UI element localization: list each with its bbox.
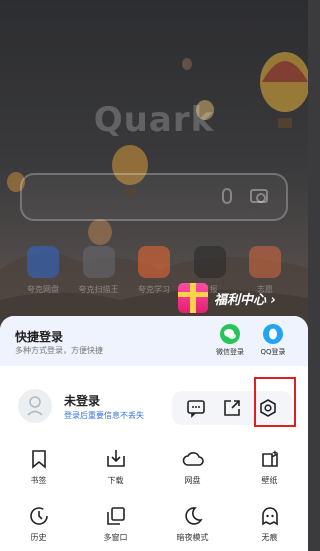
menu-item-multi-window[interactable]: 多窗口 — [77, 506, 154, 543]
menu-item-bookmark[interactable]: 书签 — [0, 449, 77, 486]
dark-mode-icon — [184, 507, 203, 525]
account-menu-sheet: 快捷登录 多种方式登录，方便快捷 微信登录 QQ登录 未登录 登录后重要信息不丢… — [0, 316, 308, 551]
wallpaper-icon — [261, 450, 278, 467]
menu-label: 书签 — [30, 476, 47, 485]
quick-login-bar: 快捷登录 多种方式登录，方便快捷 微信登录 QQ登录 — [0, 316, 308, 366]
menu-label: 下载 — [107, 476, 124, 485]
shortcut-label: 夸克学习 — [138, 285, 170, 294]
history-icon — [29, 507, 48, 525]
menu-label: 无痕 — [261, 533, 278, 542]
shortcut-study[interactable]: 夸克学习 — [129, 246, 179, 295]
avatar[interactable] — [18, 389, 52, 423]
search-box[interactable] — [20, 173, 288, 221]
user-name[interactable]: 未登录 — [64, 392, 100, 409]
wechat-login-button[interactable]: 微信登录 — [210, 324, 250, 357]
qq-icon — [263, 324, 283, 344]
camera-icon[interactable] — [250, 189, 268, 203]
wechat-login-label: 微信登录 — [216, 348, 244, 356]
menu-item-download[interactable]: 下载 — [77, 449, 154, 486]
cloud-icon — [182, 452, 204, 466]
menu-label: 网盘 — [184, 476, 201, 485]
settings-highlight-box — [254, 377, 296, 427]
quark-drive-icon — [27, 246, 59, 278]
login-hint[interactable]: 登录后重要信息不丢失 — [64, 410, 144, 421]
quick-login-subtitle: 多种方式登录，方便快捷 — [15, 346, 103, 355]
menu-label: 历史 — [30, 533, 47, 542]
shortcut-scanner[interactable]: 夸克扫描王 — [74, 246, 124, 295]
microphone-icon[interactable] — [222, 188, 232, 204]
welfare-center-banner[interactable]: 福利中心 › — [176, 283, 288, 317]
user-icon — [27, 396, 43, 416]
volunteer-icon — [249, 246, 281, 278]
download-icon — [106, 450, 125, 467]
qq-login-label: QQ登录 — [260, 348, 286, 356]
menu-item-wallpaper[interactable]: 壁纸 — [231, 449, 308, 486]
menu-label: 壁纸 — [261, 476, 278, 485]
qq-login-button[interactable]: QQ登录 — [253, 324, 293, 357]
quick-login-title: 快捷登录 — [15, 330, 64, 344]
welfare-center-label: 福利中心 › — [214, 293, 276, 308]
shortcut-label: 夸克扫描王 — [78, 285, 119, 294]
wechat-icon — [220, 324, 240, 344]
share-icon[interactable] — [222, 398, 242, 418]
study-icon — [138, 246, 170, 278]
menu-item-dark-mode[interactable]: 暗夜模式 — [154, 506, 231, 543]
menu-label: 多窗口 — [103, 533, 128, 542]
daily-news-icon — [193, 246, 226, 278]
incognito-icon — [261, 507, 278, 526]
bookmark-icon — [31, 450, 46, 469]
menu-item-cloud-drive[interactable]: 网盘 — [154, 449, 231, 486]
gift-icon — [178, 283, 208, 313]
menu-label: 暗夜模式 — [176, 533, 209, 542]
shortcut-quark-drive[interactable]: 夸克网盘 — [18, 246, 68, 295]
message-icon[interactable] — [186, 398, 206, 418]
multi-window-icon — [106, 507, 125, 525]
menu-item-incognito[interactable]: 无痕 — [231, 506, 308, 543]
quark-logo: Quark — [93, 100, 215, 140]
shortcut-label: 夸克网盘 — [27, 285, 59, 294]
scanner-icon — [82, 246, 115, 278]
menu-item-history[interactable]: 历史 — [0, 506, 77, 543]
